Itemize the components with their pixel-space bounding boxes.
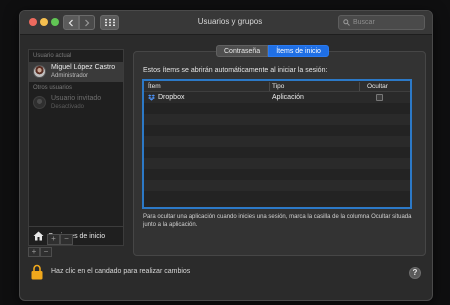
- grid-icon: [104, 19, 115, 26]
- lock-message: Haz clic en el candado para realizar cam…: [51, 268, 191, 275]
- title-bar: Usuarios y grupos: [20, 11, 432, 35]
- hide-hint-text: Para ocultar una aplicación cuando inici…: [143, 214, 412, 228]
- current-user-section-label: Usuario actual: [33, 53, 72, 59]
- table-row[interactable]: Dropbox Aplicación: [144, 92, 410, 103]
- column-header-type[interactable]: Tipo: [272, 83, 284, 90]
- search-field[interactable]: [338, 15, 425, 30]
- lock-button[interactable]: [31, 264, 43, 285]
- help-button[interactable]: ?: [409, 267, 421, 279]
- empty-row: [144, 180, 410, 191]
- table-header: Ítem Tipo Ocultar: [144, 81, 410, 92]
- sidebar-buttons: + −: [28, 247, 52, 257]
- login-options-item[interactable]: Opciones de inicio: [29, 226, 123, 245]
- users-groups-window: Usuarios y grupos Usuario actual Miguel …: [19, 10, 433, 301]
- empty-row: [144, 191, 410, 202]
- empty-row: [144, 103, 410, 114]
- column-divider: [269, 82, 270, 91]
- login-items-buttons: + −: [47, 234, 73, 245]
- item-type: Aplicación: [272, 94, 304, 101]
- item-name: Dropbox: [158, 94, 185, 101]
- user-name: Usuario invitado: [51, 95, 102, 102]
- login-items-table[interactable]: Ítem Tipo Ocultar Dropbox Aplicación: [142, 79, 412, 209]
- chevron-right-icon: [85, 19, 90, 26]
- hide-checkbox[interactable]: [376, 94, 383, 101]
- tab-bar: Contraseña Ítems de inicio: [216, 45, 329, 57]
- other-users-section-label: Otros usuarios: [33, 85, 73, 91]
- empty-row: [144, 147, 410, 158]
- empty-row: [144, 125, 410, 136]
- remove-user-button[interactable]: −: [40, 247, 52, 257]
- empty-row: [144, 136, 410, 147]
- back-button[interactable]: [63, 15, 79, 30]
- search-input[interactable]: [353, 19, 423, 26]
- house-icon: [33, 231, 44, 241]
- add-user-button[interactable]: +: [28, 247, 40, 257]
- user-name: Miguel López Castro: [51, 64, 116, 71]
- user-role: Administrador: [51, 73, 89, 79]
- users-sidebar: Usuario actual Miguel López Castro Admin…: [28, 49, 124, 246]
- dropbox-icon: [148, 94, 155, 101]
- tab-password[interactable]: Contraseña: [216, 45, 269, 57]
- window-title: Usuarios y grupos: [197, 17, 263, 26]
- column-divider: [359, 82, 360, 91]
- login-items-intro: Estos ítems se abrirán automáticamente a…: [143, 67, 328, 74]
- lock-icon: [31, 264, 43, 280]
- user-item-current[interactable]: Miguel López Castro Administrador: [29, 62, 123, 82]
- avatar: [33, 65, 46, 78]
- guest-avatar: [33, 96, 46, 109]
- empty-row: [144, 158, 410, 169]
- column-header-hide[interactable]: Ocultar: [367, 83, 388, 90]
- minimize-window-button[interactable]: [40, 18, 48, 26]
- empty-row: [144, 114, 410, 125]
- user-role: Desactivado: [51, 104, 85, 110]
- column-header-item[interactable]: Ítem: [148, 83, 161, 90]
- close-window-button[interactable]: [29, 18, 37, 26]
- add-login-item-button[interactable]: +: [47, 234, 60, 245]
- chevron-left-icon: [68, 19, 73, 26]
- forward-button[interactable]: [79, 15, 95, 30]
- login-items-panel: Estos ítems se abrirán automáticamente a…: [133, 51, 426, 256]
- remove-login-item-button[interactable]: −: [60, 234, 73, 245]
- search-icon: [343, 19, 350, 26]
- tab-login-items[interactable]: Ítems de inicio: [268, 45, 329, 57]
- user-item-guest[interactable]: Usuario invitado Desactivado: [29, 93, 123, 113]
- show-all-button[interactable]: [100, 15, 119, 30]
- zoom-window-button[interactable]: [51, 18, 59, 26]
- empty-row: [144, 169, 410, 180]
